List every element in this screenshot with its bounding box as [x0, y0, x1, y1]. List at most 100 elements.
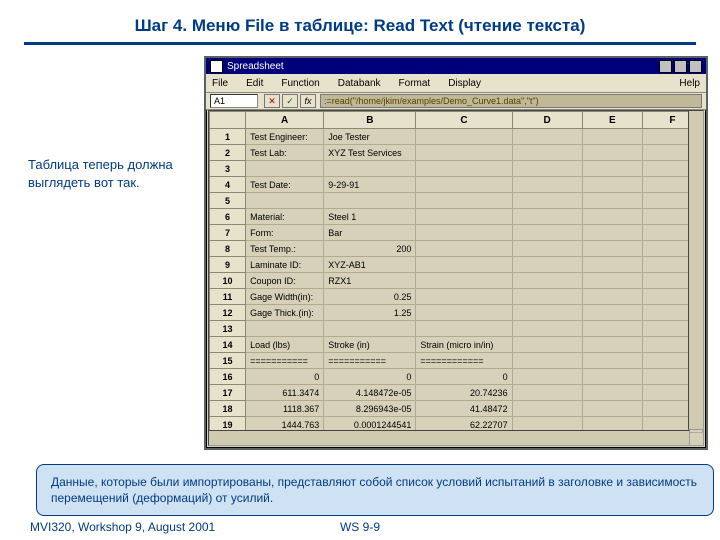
cell[interactable]: Form: [246, 225, 324, 241]
cell[interactable] [416, 273, 512, 289]
row-header[interactable]: 9 [210, 257, 246, 273]
cell[interactable] [324, 161, 416, 177]
cell[interactable]: Coupon ID: [246, 273, 324, 289]
cell[interactable] [582, 193, 642, 209]
cell[interactable] [512, 401, 582, 417]
row-header[interactable]: 10 [210, 273, 246, 289]
cell[interactable] [512, 273, 582, 289]
cell[interactable] [416, 257, 512, 273]
formula-input[interactable]: :=read("/home/jkim/examples/Demo_Curve1.… [320, 94, 702, 108]
cell[interactable] [512, 321, 582, 337]
fx-icon[interactable]: fx [300, 94, 316, 108]
col-header-a[interactable]: A [246, 112, 324, 129]
cell[interactable] [246, 193, 324, 209]
cell[interactable]: Strain (micro in/in) [416, 337, 512, 353]
cell[interactable] [416, 177, 512, 193]
cell[interactable] [512, 353, 582, 369]
row-header[interactable]: 12 [210, 305, 246, 321]
cell[interactable] [416, 161, 512, 177]
row-header[interactable]: 6 [210, 209, 246, 225]
cell[interactable] [512, 145, 582, 161]
row-header[interactable]: 4 [210, 177, 246, 193]
row-header[interactable]: 5 [210, 193, 246, 209]
cell[interactable] [512, 225, 582, 241]
cell[interactable]: ============ [416, 353, 512, 369]
maximize-icon[interactable] [674, 60, 687, 73]
cell[interactable]: =========== [324, 353, 416, 369]
cell[interactable]: Gage Thick.(in): [246, 305, 324, 321]
cell[interactable] [512, 369, 582, 385]
col-header-e[interactable]: E [582, 112, 642, 129]
cell[interactable] [582, 337, 642, 353]
row-header[interactable]: 2 [210, 145, 246, 161]
cell[interactable] [582, 305, 642, 321]
cell[interactable]: 611.3474 [246, 385, 324, 401]
cell[interactable] [512, 129, 582, 145]
cell[interactable]: Bar [324, 225, 416, 241]
cell[interactable] [582, 369, 642, 385]
cell[interactable] [582, 321, 642, 337]
cell[interactable]: Material: [246, 209, 324, 225]
cell[interactable] [512, 257, 582, 273]
horizontal-scrollbar[interactable] [208, 430, 690, 446]
cell[interactable] [416, 241, 512, 257]
row-header[interactable]: 3 [210, 161, 246, 177]
cell[interactable] [582, 241, 642, 257]
cell[interactable] [246, 321, 324, 337]
cell[interactable] [582, 257, 642, 273]
cell[interactable] [512, 385, 582, 401]
corner-cell[interactable] [210, 112, 246, 129]
cell[interactable] [582, 129, 642, 145]
cell[interactable] [582, 353, 642, 369]
cell[interactable] [582, 385, 642, 401]
row-header[interactable]: 7 [210, 225, 246, 241]
cell[interactable] [512, 305, 582, 321]
menu-help[interactable]: Help [679, 78, 700, 89]
cell[interactable] [416, 145, 512, 161]
cell[interactable]: 4.148472e-05 [324, 385, 416, 401]
menu-display[interactable]: Display [448, 78, 481, 89]
cell[interactable]: Joe Tester [324, 129, 416, 145]
col-header-d[interactable]: D [512, 112, 582, 129]
cell[interactable] [512, 289, 582, 305]
cell[interactable]: XYZ-AB1 [324, 257, 416, 273]
cell[interactable]: 0.25 [324, 289, 416, 305]
cell[interactable]: 41.48472 [416, 401, 512, 417]
cell[interactable]: 9-29-91 [324, 177, 416, 193]
row-header[interactable]: 8 [210, 241, 246, 257]
cell[interactable] [416, 209, 512, 225]
cell[interactable]: 0 [246, 369, 324, 385]
cell[interactable] [512, 337, 582, 353]
cell[interactable]: 0 [416, 369, 512, 385]
cell[interactable] [512, 177, 582, 193]
cell[interactable] [416, 193, 512, 209]
menu-format[interactable]: Format [399, 78, 431, 89]
cell[interactable] [582, 273, 642, 289]
cell[interactable] [416, 305, 512, 321]
cell[interactable]: Test Temp.: [246, 241, 324, 257]
menu-edit[interactable]: Edit [246, 78, 263, 89]
cell[interactable] [246, 161, 324, 177]
sheet-grid[interactable]: ABCDEF 1Test Engineer:Joe Tester2Test La… [208, 110, 704, 446]
row-header[interactable]: 11 [210, 289, 246, 305]
cell[interactable]: 200 [324, 241, 416, 257]
cancel-formula-icon[interactable]: ✕ [264, 94, 280, 108]
row-header[interactable]: 17 [210, 385, 246, 401]
cell-reference[interactable]: A1 [210, 94, 258, 108]
col-header-b[interactable]: B [324, 112, 416, 129]
cell[interactable] [582, 145, 642, 161]
menu-function[interactable]: Function [281, 78, 319, 89]
cell[interactable] [324, 193, 416, 209]
cell[interactable] [582, 209, 642, 225]
cell[interactable]: XYZ Test Services [324, 145, 416, 161]
cell[interactable]: Test Date: [246, 177, 324, 193]
cell[interactable]: Steel 1 [324, 209, 416, 225]
close-icon[interactable] [689, 60, 702, 73]
cell[interactable] [416, 225, 512, 241]
menu-databank[interactable]: Databank [338, 78, 381, 89]
cell[interactable]: Test Engineer: [246, 129, 324, 145]
cell[interactable]: 20.74236 [416, 385, 512, 401]
window-titlebar[interactable]: Spreadsheet [206, 58, 706, 74]
menu-file[interactable]: File [212, 78, 228, 89]
cell[interactable]: Gage Width(in): [246, 289, 324, 305]
